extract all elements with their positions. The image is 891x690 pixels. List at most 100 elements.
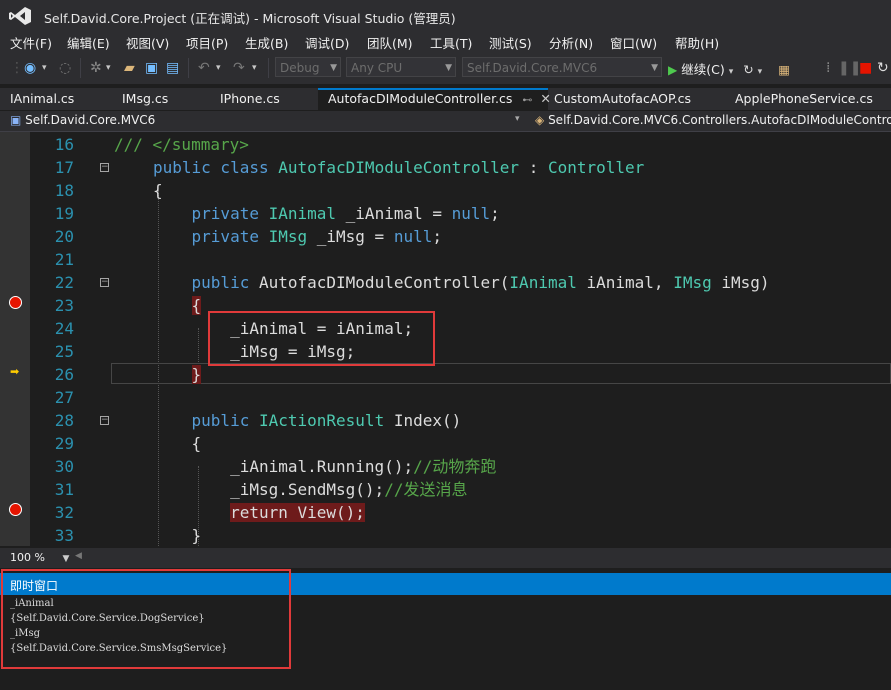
menu-window[interactable]: 窗口(W) bbox=[610, 33, 657, 52]
line-number: 28 bbox=[54, 411, 74, 430]
code-token: /// </summary> bbox=[114, 135, 249, 154]
show-threads-icon[interactable]: ▦ bbox=[778, 62, 790, 77]
code-text: public IActionResult Index() bbox=[153, 409, 462, 432]
code-editor[interactable]: 16 /// </summary> 17 public class AutofacD… bbox=[0, 132, 891, 546]
tab-ianimal[interactable]: IAnimal.cs bbox=[0, 88, 110, 110]
scroll-left-icon[interactable]: ◀ bbox=[75, 551, 82, 561]
window-title: Self.David.Core.Project (正在调试) - Microso… bbox=[44, 11, 456, 26]
toolbar-separator-icon: ⁞ bbox=[826, 60, 831, 76]
chevron-down-icon: ▼ bbox=[651, 63, 658, 73]
tab-iphone[interactable]: IPhone.cs bbox=[210, 88, 320, 110]
code-token: } bbox=[153, 526, 202, 545]
type-dropdown[interactable]: ◈ Self.David.Core.MVC6.Controllers.Autof… bbox=[535, 113, 891, 127]
code-line: 24 _iAnimal = iAnimal; bbox=[0, 317, 891, 340]
tab-label: CustomAutofacAOP.cs bbox=[554, 91, 691, 106]
breakpoint-icon[interactable] bbox=[9, 296, 22, 309]
redo-icon[interactable]: ↷ bbox=[233, 60, 245, 76]
solution-platform-value: Any CPU bbox=[351, 61, 403, 75]
chevron-down-icon: ▼ bbox=[445, 63, 452, 73]
tab-customautofacaop[interactable]: CustomAutofacAOP.cs bbox=[544, 88, 724, 110]
breakpoint-icon[interactable] bbox=[9, 503, 22, 516]
highlight-annotation-box bbox=[208, 311, 435, 366]
pin-icon[interactable]: ⊷ bbox=[522, 95, 532, 106]
code-token: IAnimal bbox=[268, 204, 337, 223]
csharp-project-icon: ▣ bbox=[10, 113, 22, 127]
collapse-icon[interactable]: − bbox=[100, 416, 109, 425]
chevron-down-icon: ▾ bbox=[757, 67, 763, 77]
chevron-down-icon[interactable]: ▾ bbox=[252, 60, 257, 76]
solution-platform-select[interactable]: Any CPU ▼ bbox=[346, 57, 456, 77]
new-project-icon[interactable]: ✲ bbox=[90, 60, 102, 76]
code-token: private bbox=[153, 227, 269, 246]
chevron-down-icon[interactable]: ▾ bbox=[106, 60, 111, 76]
code-line: 29 { bbox=[0, 432, 891, 455]
code-text: { bbox=[153, 294, 202, 317]
stop-debugging-icon[interactable]: ■ bbox=[859, 60, 872, 76]
zoom-select[interactable]: 100 % ▼ bbox=[10, 551, 69, 564]
restart-icon[interactable]: ↻ bbox=[877, 60, 889, 76]
code-token: public bbox=[153, 411, 259, 430]
menu-team[interactable]: 团队(M) bbox=[367, 33, 413, 52]
menu-edit[interactable]: 编辑(E) bbox=[67, 33, 110, 52]
play-icon: ▶ bbox=[668, 63, 678, 77]
navigate-forward-icon[interactable]: ◌ bbox=[59, 60, 71, 76]
chevron-down-icon: ▾ bbox=[728, 67, 734, 77]
tab-label: IPhone.cs bbox=[220, 91, 280, 106]
startup-project-select[interactable]: Self.David.Core.MVC6 ▼ bbox=[462, 57, 662, 77]
code-token: ; bbox=[432, 227, 442, 246]
code-line: 32 return View(); bbox=[0, 501, 891, 524]
code-token: public bbox=[153, 273, 259, 292]
code-line: 23 { bbox=[0, 294, 891, 317]
menu-file[interactable]: 文件(F) bbox=[10, 33, 52, 52]
menu-view[interactable]: 视图(V) bbox=[126, 33, 169, 52]
chevron-down-icon[interactable]: ▾ bbox=[42, 60, 47, 76]
code-line: 17 public class AutofacDIModuleController… bbox=[0, 156, 891, 179]
solution-configuration-select[interactable]: Debug ▼ bbox=[275, 57, 341, 77]
code-token: iMsg) bbox=[711, 273, 770, 292]
tab-imsg[interactable]: IMsg.cs bbox=[112, 88, 210, 110]
toolbar-grip-icon: ⋮ bbox=[10, 60, 24, 76]
code-line: 31 _iMsg.SendMsg();//发送消息 bbox=[0, 478, 891, 501]
chevron-down-icon[interactable]: ▾ bbox=[216, 60, 221, 76]
collapse-icon[interactable]: − bbox=[100, 278, 109, 287]
menu-debug[interactable]: 调试(D) bbox=[305, 33, 349, 52]
menu-build[interactable]: 生成(B) bbox=[245, 33, 288, 52]
menu-bar: 文件(F) 编辑(E) 视图(V) 项目(P) 生成(B) 调试(D) 团队(M… bbox=[0, 32, 891, 52]
menu-test[interactable]: 测试(S) bbox=[489, 33, 532, 52]
menu-help[interactable]: 帮助(H) bbox=[675, 33, 719, 52]
line-number: 31 bbox=[54, 480, 74, 499]
code-token: } bbox=[191, 365, 202, 384]
break-all-icon[interactable]: ❚❚ bbox=[838, 60, 861, 76]
continue-button[interactable]: ▶ 继续(C) ▾ ↻ ▾ ▦ bbox=[668, 59, 790, 77]
tab-label: AutofacDIModuleController.cs bbox=[328, 91, 513, 106]
code-line: 28 public IActionResult Index() bbox=[0, 409, 891, 432]
navigate-back-icon[interactable]: ◉ bbox=[24, 60, 36, 76]
tab-label: ApplePhoneService.cs bbox=[735, 91, 873, 106]
save-icon[interactable]: ▣ bbox=[145, 60, 158, 76]
immediate-window-annotation-box bbox=[1, 569, 291, 669]
code-token: { bbox=[191, 296, 202, 315]
chevron-down-icon: ▼ bbox=[330, 63, 337, 73]
line-number: 25 bbox=[54, 342, 74, 361]
chevron-down-icon[interactable]: ▾ bbox=[515, 114, 520, 124]
line-number: 24 bbox=[54, 319, 74, 338]
code-token: _iMsg.SendMsg(); bbox=[153, 480, 385, 499]
code-token: return View(); bbox=[230, 503, 365, 522]
menu-tools[interactable]: 工具(T) bbox=[430, 33, 472, 52]
code-text: private IAnimal _iAnimal = null; bbox=[153, 202, 500, 225]
code-token: Controller bbox=[547, 158, 645, 177]
code-line: 30 _iAnimal.Running();//动物奔跑 bbox=[0, 455, 891, 478]
menu-analyze[interactable]: 分析(N) bbox=[549, 33, 593, 52]
document-tabs: IAnimal.cs IMsg.cs IPhone.cs AutofacDIMo… bbox=[0, 88, 891, 110]
menu-project[interactable]: 项目(P) bbox=[186, 33, 228, 52]
open-folder-icon[interactable]: ▰ bbox=[124, 60, 135, 76]
tab-applephoneservice[interactable]: ApplePhoneService.cs bbox=[725, 88, 891, 110]
undo-icon[interactable]: ↶ bbox=[198, 60, 210, 76]
collapse-icon[interactable]: − bbox=[100, 163, 109, 172]
project-dropdown[interactable]: ▣ Self.David.Core.MVC6 bbox=[10, 113, 155, 127]
refresh-icon[interactable]: ↻ bbox=[743, 62, 753, 77]
save-all-icon[interactable]: ▤ bbox=[166, 60, 179, 76]
code-token: Index() bbox=[384, 411, 462, 430]
tab-autofacdimodulecontroller[interactable]: AutofacDIModuleController.cs ⊷ ✕ bbox=[318, 88, 551, 110]
